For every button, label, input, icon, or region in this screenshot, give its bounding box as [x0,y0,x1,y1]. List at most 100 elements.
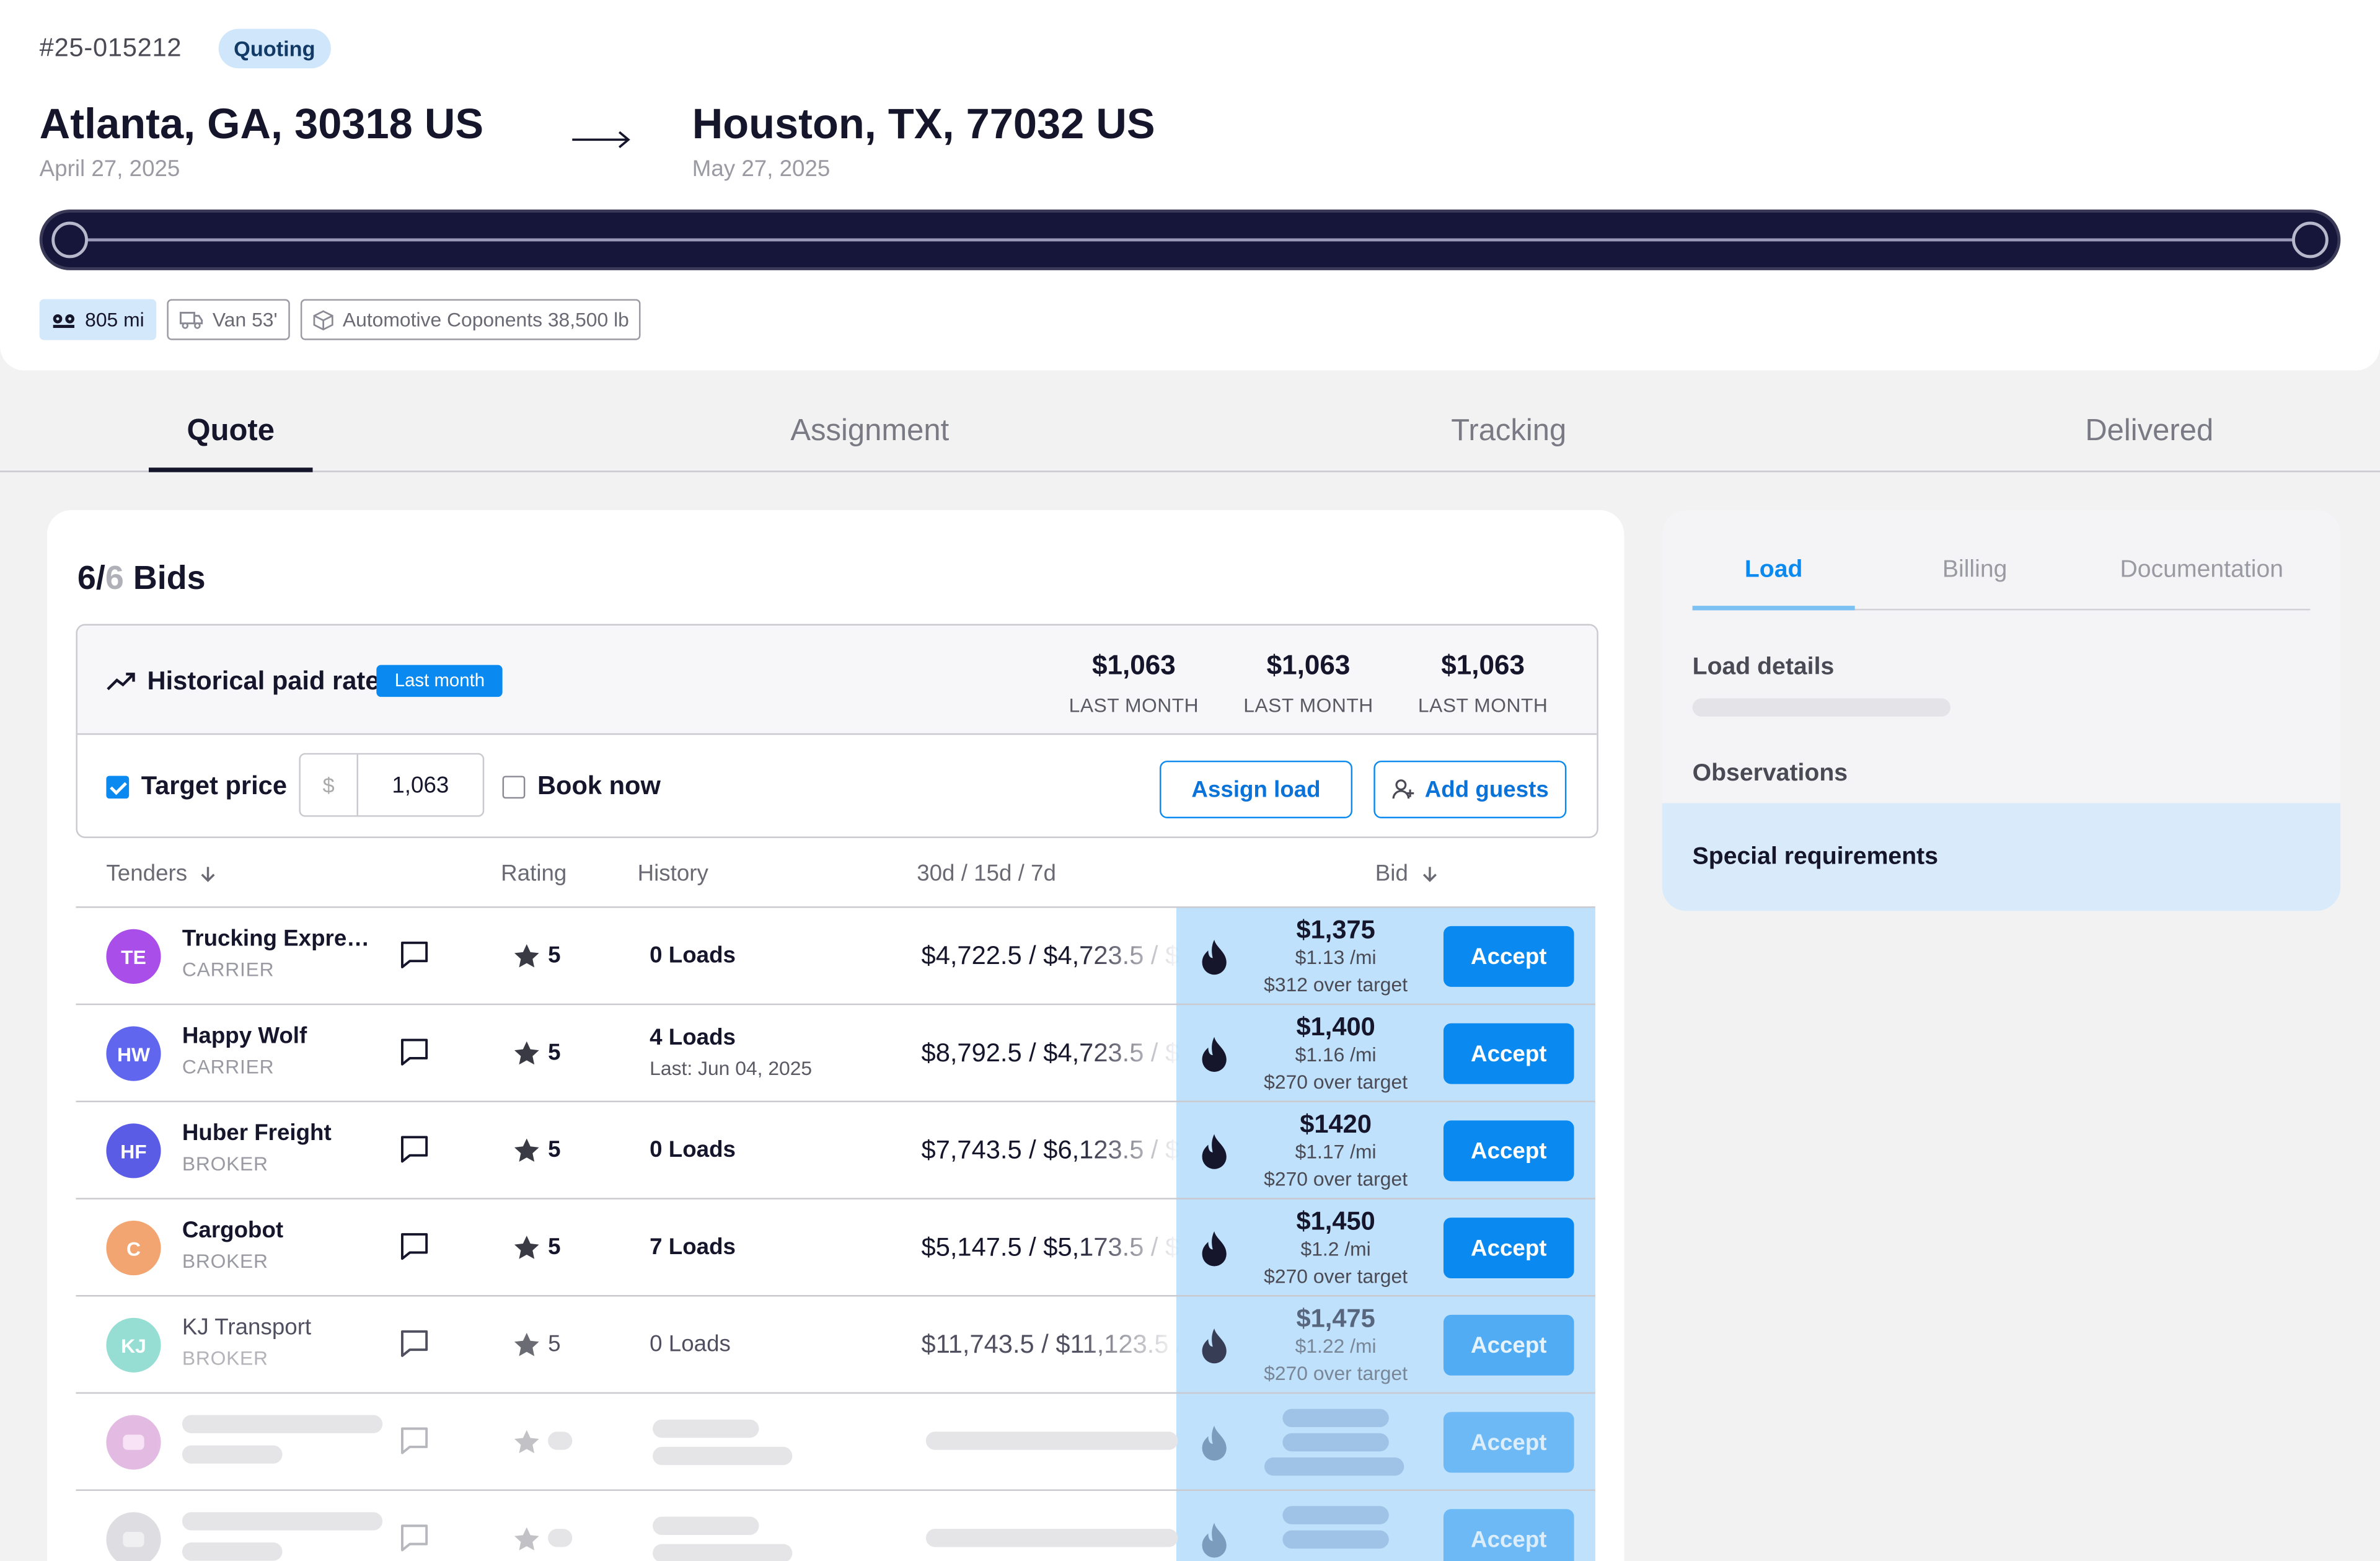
accept-button[interactable]: Accept [1443,1509,1574,1561]
name-placeholder [182,1415,383,1433]
tender-type: BROKER [182,1249,268,1273]
type-placeholder [182,1445,283,1464]
tender-type: CARRIER [182,1055,275,1078]
price-history: $5,147.5 / $5,173.5 / $5,173.5 [921,1232,1179,1262]
avatar: HF [106,1123,161,1178]
historical-stat: $1,063 LAST MONTH [1225,650,1391,717]
tender-name[interactable]: Huber Freight [182,1120,376,1146]
destination-node [2291,221,2329,259]
bid-per-mile: $1.16 /mi [1295,1043,1377,1066]
tab-delivered[interactable]: Delivered [2058,398,2241,472]
special-requirements-item[interactable]: Special requirements [1662,803,2341,911]
bids-title: 6/6 Bids [77,559,206,598]
shipment-header: #25-015212 Quoting Atlanta, GA, 30318 US… [0,0,2380,371]
table-row: HF Huber Freight BROKER 5 0 Loads $7,743… [76,1102,1595,1200]
column-periods: 30d / 15d / 7d [917,860,1056,887]
bid-over-target: $270 over target [1264,1265,1408,1288]
tender-name[interactable]: Trucking Expres... [182,926,376,952]
tender-name[interactable]: Cargobot [182,1218,376,1244]
stat-value: $1,063 [1266,650,1351,681]
tab-assignment[interactable]: Assignment [764,398,976,472]
accept-button[interactable]: Accept [1443,1218,1574,1279]
chat-icon[interactable] [398,1035,431,1069]
column-tenders[interactable]: Tenders [106,861,218,887]
chat-icon[interactable] [398,1230,431,1263]
type-placeholder [182,1542,283,1561]
tab-quote[interactable]: Quote [149,398,313,472]
workflow-tabs: Quote Assignment Tracking Delivered [0,398,2380,472]
bids-received-count: 6/ [77,559,105,597]
target-price-value[interactable]: 1,063 [358,754,483,815]
accept-button[interactable]: Accept [1443,1120,1574,1182]
origin-city: Atlanta, GA, 30318 US [39,100,484,148]
destination-city: Houston, TX, 77032 US [692,100,1155,148]
stat-value: $1,063 [1091,650,1176,681]
assign-load-label: Assign load [1191,776,1321,803]
bid-per-mile: $1.13 /mi [1295,945,1377,969]
historical-rate-row: Historical paid rate Last month $1,063 L… [77,625,1597,735]
tender-name[interactable]: Happy Wolf [182,1024,376,1050]
avatar: C [106,1220,161,1276]
chat-icon[interactable] [398,1327,431,1360]
tab-billing[interactable]: Billing [1899,557,2051,611]
accept-button[interactable]: Accept [1443,1314,1574,1376]
fire-icon [1202,1328,1227,1364]
chat-icon[interactable] [398,1133,431,1166]
avatar: TE [106,929,161,984]
tab-documentation[interactable]: Documentation [2102,557,2301,611]
tab-load[interactable]: Load [1692,557,1855,611]
load-details-label[interactable]: Load details [1693,655,1835,682]
pricing-panel: Historical paid rate Last month $1,063 L… [76,624,1598,838]
equipment-chip: Van 53' [167,299,290,340]
avatar: HW [106,1026,161,1081]
column-bid[interactable]: Bid [1375,861,1439,887]
loads-count: 0 Loads [650,942,736,969]
history-placeholder [925,1431,1178,1450]
fire-icon [1202,939,1227,975]
target-price-checkbox[interactable] [106,776,130,799]
book-now-checkbox[interactable] [502,776,526,799]
bid-amount-block: $1,475 $1.22 /mi $270 over target [1245,1304,1427,1387]
star-icon [514,1430,539,1454]
bid-amount: $1420 [1300,1110,1372,1139]
route-progress-track [39,209,2341,270]
observations-label[interactable]: Observations [1693,761,1848,788]
star-icon [514,1236,539,1259]
avatar: KJ [106,1317,161,1373]
tender-type: BROKER [182,1347,268,1369]
stat-value: $1,063 [1441,650,1525,681]
column-tenders-label: Tenders [106,860,188,887]
star-icon [514,1332,539,1356]
last-load-date: Last: Jun 04, 2025 [650,1056,813,1080]
bid-amount: $1,475 [1296,1304,1375,1333]
rating-value: 5 [548,1331,561,1358]
origin-node [51,221,89,259]
loads-placeholder [653,1419,759,1438]
price-history: $11,743.5 / $11,123.5 / $11,123.5 [921,1330,1179,1359]
sort-down-icon [201,866,216,882]
target-price-input[interactable]: $ 1,063 [299,753,485,817]
price-history: $8,792.5 / $4,723.5 / $4,723.5 [921,1038,1179,1068]
assign-load-button[interactable]: Assign load [1160,760,1353,819]
tab-tracking[interactable]: Tracking [1417,398,1600,472]
trending-up-icon [107,673,135,691]
details-panel: Load Billing Documentation Load details … [1662,510,2341,911]
add-guests-button[interactable]: Add guests [1373,760,1567,819]
price-history: $4,722.5 / $4,723.5 / $4,723.5 [921,941,1179,970]
chat-icon[interactable] [398,1521,431,1555]
bids-title-label: Bids [123,559,206,597]
historical-period-badge: Last month [376,665,503,697]
last-load-placeholder [653,1446,793,1466]
history-placeholder [925,1529,1178,1547]
details-tabs: Load Billing Documentation [1692,544,2311,611]
route-progress-line [88,238,2292,242]
rating-value: 5 [548,942,561,969]
accept-button[interactable]: Accept [1443,926,1574,987]
tender-name[interactable]: KJ Transport [182,1315,376,1341]
chat-icon[interactable] [398,938,431,971]
accept-button[interactable]: Accept [1443,1023,1574,1084]
column-rating: Rating [501,860,567,887]
commodity-value: Automotive Coponents 38,500 lb [342,308,629,331]
chat-icon[interactable] [398,1424,431,1457]
accept-button[interactable]: Accept [1443,1412,1574,1473]
